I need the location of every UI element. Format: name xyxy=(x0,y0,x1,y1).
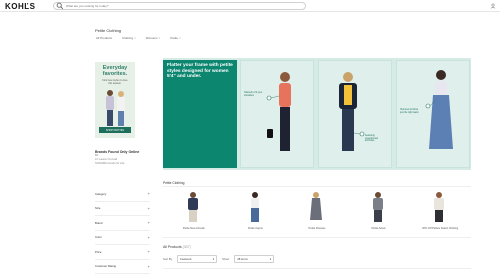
filter-chip[interactable]: Womens × xyxy=(145,36,162,40)
close-icon[interactable]: × xyxy=(159,36,161,40)
account-icon[interactable] xyxy=(490,3,496,9)
category-card[interactable]: Petite Active xyxy=(348,187,410,239)
facet-category[interactable]: Category + xyxy=(95,187,150,202)
category-image xyxy=(310,192,323,220)
all-products-title: All Products xyxy=(163,245,182,249)
applied-filters: All Products Clothing × Womens × Petite × xyxy=(95,36,182,40)
promo-title-line: favorites. xyxy=(102,70,128,77)
sort-by-value: Featured xyxy=(180,257,192,261)
facet-color[interactable]: Color + xyxy=(95,231,150,245)
close-icon[interactable]: × xyxy=(179,36,181,40)
category-image xyxy=(372,192,383,222)
facet-label: Price xyxy=(95,249,102,254)
filter-label: Petite xyxy=(170,36,179,40)
category-cards: Petite New Arrivals Petite Capris Petite… xyxy=(163,186,471,238)
shop-petites-button[interactable]: SHOP PETITES xyxy=(99,127,131,133)
plus-icon[interactable]: + xyxy=(148,249,150,254)
facet-price[interactable]: Price + xyxy=(95,245,150,260)
promo-models-image xyxy=(106,90,125,126)
filter-chip[interactable]: All Products xyxy=(95,36,113,40)
filter-chip[interactable]: Petite × xyxy=(169,36,181,40)
model-image xyxy=(339,72,365,151)
hero-model-panel: Tailored to fit your shoulders xyxy=(240,60,314,168)
category-card[interactable]: Petite Dresses xyxy=(286,187,348,239)
filter-chip[interactable]: Clothing × xyxy=(121,36,137,40)
show-label: Show xyxy=(222,257,230,261)
facet-label: Color xyxy=(95,235,102,240)
facet-label: Size xyxy=(95,206,101,211)
category-image xyxy=(250,192,259,222)
category-image xyxy=(434,192,445,222)
plus-icon[interactable]: + xyxy=(148,206,150,211)
brands-online-block: Brands Found Only Online Bit LC Lauren C… xyxy=(95,150,155,166)
category-card[interactable]: Petite Capris xyxy=(225,187,287,239)
close-icon[interactable]: × xyxy=(134,36,136,40)
search-input[interactable] xyxy=(64,3,294,9)
search-icon[interactable] xyxy=(56,2,64,10)
category-label: Petite Dresses xyxy=(308,227,326,230)
sort-by-label: Sort By xyxy=(163,257,173,261)
category-label: Petite New Arrivals xyxy=(182,227,205,230)
hero-text-panel: Flatter your frame with petite styles de… xyxy=(163,60,237,168)
promo-title: Everyday favorites. xyxy=(95,65,135,77)
category-label: Petite Active xyxy=(371,227,386,230)
facet-size[interactable]: Size + xyxy=(95,202,150,216)
hero-callout: Featuring proportioned armholes xyxy=(365,135,378,143)
hero-callout: Tailored to fit your shoulders xyxy=(244,92,263,97)
plus-icon[interactable]: + xyxy=(148,220,150,225)
show-count-select[interactable]: 48 items ▾ xyxy=(234,255,275,263)
plus-icon[interactable]: + xyxy=(148,264,150,269)
sort-bar: Sort By Featured ▾ Show 48 items ▾ xyxy=(163,255,275,263)
category-card[interactable]: Petite New Arrivals xyxy=(163,187,225,239)
hero-model-panel: Featuring proportioned armholes xyxy=(318,60,392,168)
model-image xyxy=(266,72,291,151)
hero-model-panel: Hemmed to fall at just the right waist xyxy=(396,60,470,168)
category-label: 20% Off Petites Select Clothing xyxy=(422,227,459,230)
facet-label: Customer Rating xyxy=(95,264,116,269)
category-label: Petite Capris xyxy=(247,227,263,230)
page-title: Petite Clothing xyxy=(95,28,122,33)
model-image xyxy=(425,70,453,149)
filter-label: Womens xyxy=(145,36,158,40)
facet-rating[interactable]: Customer Rating + xyxy=(95,260,150,274)
category-image xyxy=(188,192,198,222)
filter-label: All Products xyxy=(96,36,113,40)
hero-headline: Flatter your frame with petite styles de… xyxy=(167,63,233,79)
chevron-down-icon: ▾ xyxy=(212,257,215,261)
brand-link[interactable]: SONOMA Goods for Life xyxy=(95,162,155,166)
all-products-heading: All Products (307) xyxy=(163,245,191,249)
promo-banner[interactable]: Everyday favorites. Find new styles to l… xyxy=(95,62,135,138)
site-header: KOHĽS xyxy=(0,0,500,12)
plus-icon[interactable]: + xyxy=(148,191,150,196)
petite-section-title: Petite Clothing xyxy=(163,181,185,185)
sort-by-select[interactable]: Featured ▾ xyxy=(177,255,218,263)
chevron-down-icon: ▾ xyxy=(269,257,272,261)
product-count: (307) xyxy=(182,245,191,249)
plus-icon[interactable]: + xyxy=(148,235,150,240)
divider xyxy=(163,268,471,269)
category-card[interactable]: 20% Off Petites Select Clothing xyxy=(409,187,471,239)
search-bar[interactable] xyxy=(53,2,306,10)
filter-facets: Category + Size + Brand + Color + Price + Cus… xyxy=(95,187,150,274)
kohls-logo[interactable]: KOHĽS xyxy=(5,2,36,11)
hero-callout: Hemmed to fall at just the right waist xyxy=(400,109,419,114)
facet-label: Category xyxy=(95,191,107,196)
facet-brand[interactable]: Brand + xyxy=(95,216,150,231)
show-count-value: 48 items xyxy=(237,257,248,261)
facet-label: Brand xyxy=(95,220,103,225)
filter-label: Clothing xyxy=(122,36,134,40)
